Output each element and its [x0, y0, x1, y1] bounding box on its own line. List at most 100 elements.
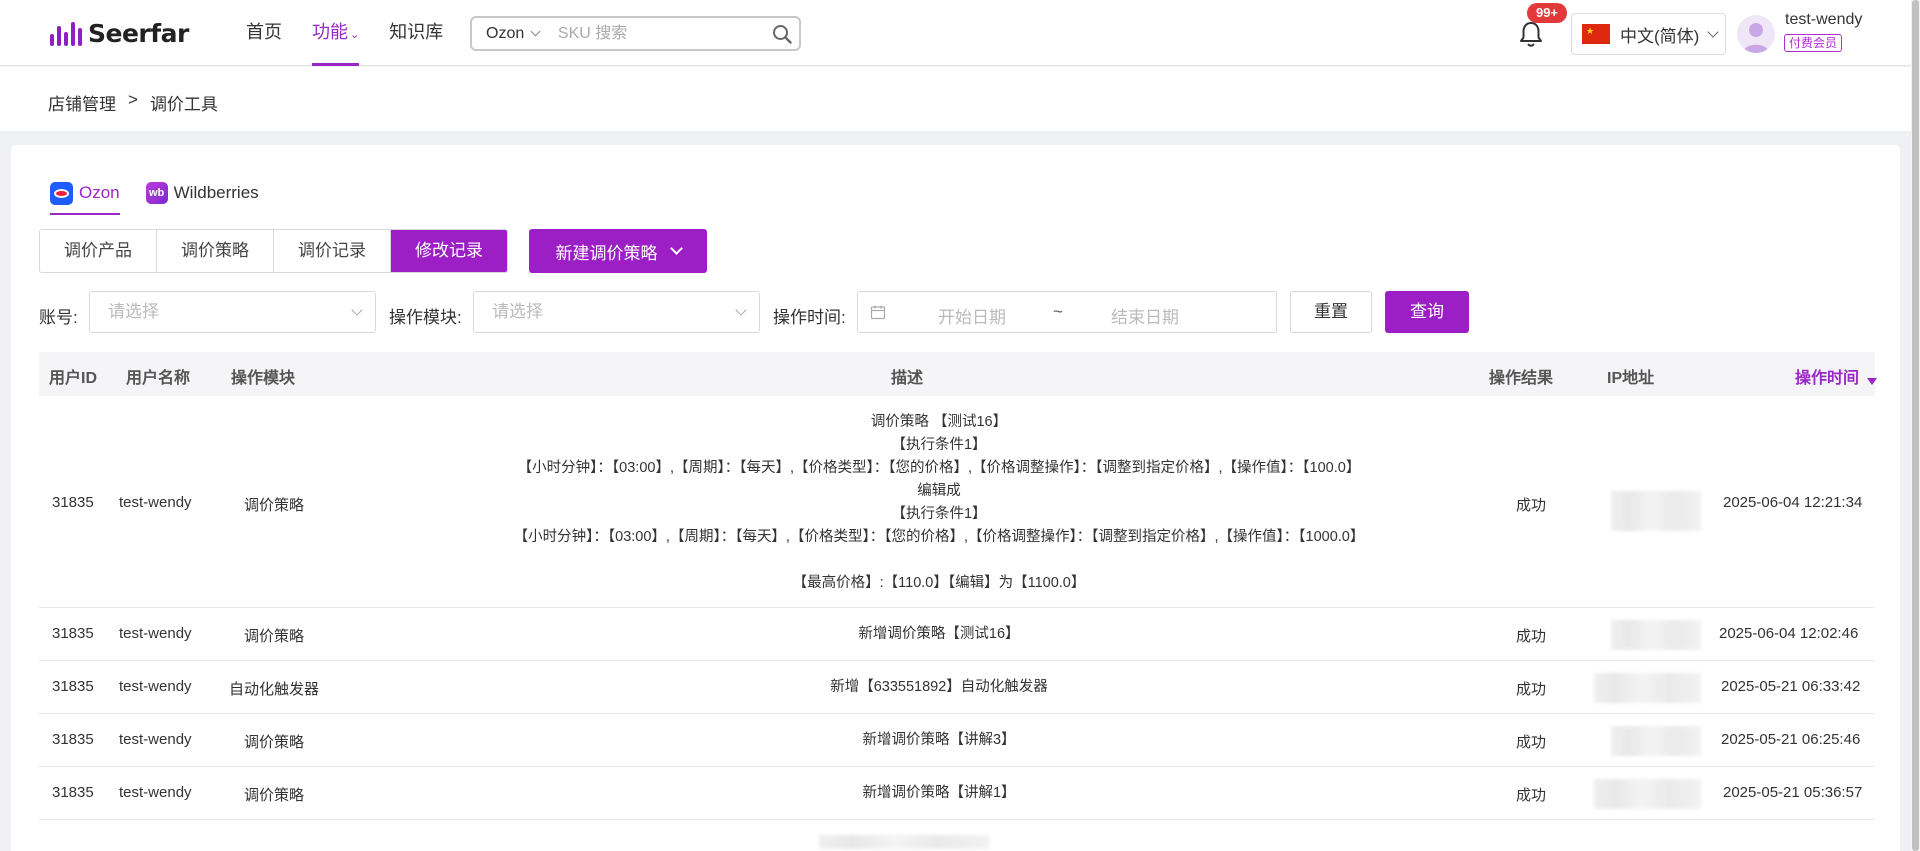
search-platform-select[interactable]: Ozon	[472, 25, 558, 43]
cell-user-name: test-wendy	[119, 678, 192, 695]
tab-wildberries-label: Wildberries	[173, 183, 259, 202]
description-line: 新增调价策略【讲解1】	[862, 785, 1016, 801]
chevron-down-icon	[351, 304, 363, 316]
date-range-picker[interactable]: 开始日期 ~ 结束日期	[857, 291, 1277, 333]
wildberries-icon: wb	[145, 182, 168, 204]
table-row: 31835 test-wendy 调价策略 调价策略 【测试16】 【执行条件1…	[39, 396, 1875, 608]
main-nav: 首页 功能 ⌄ 知识库	[246, 0, 473, 66]
logo-text: Seerfar	[88, 18, 189, 48]
cell-operation-time: 2025-05-21 06:33:42	[1721, 678, 1861, 695]
description-line: 新增调价策略【测试16】	[858, 626, 1020, 642]
description-line: 【执行条件1】	[891, 437, 987, 453]
cell-user-id: 31835	[52, 494, 94, 511]
nav-item-home[interactable]: 首页	[246, 0, 282, 66]
description-line: 【小时分钟】：【03:00】,【周期】：【每天】,【价格类型】：【您的价格】,【…	[513, 529, 1365, 545]
modification-records-table: 用户ID 用户名称 操作模块 描述 操作结果 IP地址 操作时间 31835 t…	[39, 352, 1877, 849]
scroll-fade-redacted	[819, 835, 989, 849]
table-row: 31835 test-wendy 调价策略 新增调价策略【讲解1】 成功 202…	[39, 767, 1875, 820]
cell-result: 成功	[1516, 734, 1547, 751]
cell-user-name: test-wendy	[119, 625, 192, 642]
description-line: 【最高价格】:【110.0】【编辑】为【1100.0】	[792, 575, 1086, 591]
description-line: 【小时分钟】：【03:00】,【周期】：【每天】,【价格类型】：【您的价格】,【…	[517, 460, 1361, 476]
cell-user-name: test-wendy	[119, 784, 192, 801]
top-navigation-bar: Seerfar 首页 功能⌄ 知识库 Ozon 99+ ★ 中文(简体) tes…	[0, 0, 1920, 66]
nav-features-label: 功能	[312, 22, 348, 42]
col-ip-address: IP地址	[1607, 370, 1655, 387]
function-segment-tabs: 调价产品 调价策略 调价记录 修改记录	[39, 229, 508, 273]
table-row: 31835 test-wendy 调价策略 新增调价策略【测试16】 成功 20…	[39, 608, 1875, 661]
tab-pricing-strategy[interactable]: 调价策略	[157, 230, 274, 272]
membership-badge: 付费会员	[1784, 34, 1843, 52]
nav-knowledge-label: 知识库	[389, 22, 444, 42]
tab-ozon[interactable]: Ozon	[50, 175, 120, 215]
table-row: 31835 test-wendy 调价策略 新增调价策略【讲解3】 成功 202…	[39, 714, 1875, 767]
notification-count-badge: 99+	[1527, 3, 1567, 23]
scrollbar-thumb[interactable]	[1912, 0, 1919, 851]
language-select[interactable]: ★ 中文(简体)	[1571, 13, 1726, 55]
end-date-input[interactable]: 结束日期	[1111, 303, 1179, 328]
description-line: 调价策略 【测试16】	[870, 414, 1008, 430]
tab-modification-records[interactable]: 修改记录	[391, 230, 507, 272]
start-date-input[interactable]: 开始日期	[938, 303, 1006, 328]
cell-result: 成功	[1516, 497, 1547, 514]
nav-home-label: 首页	[246, 22, 282, 42]
chevron-down-icon	[669, 242, 683, 255]
cell-operation-time: 2025-06-04 12:02:46	[1719, 625, 1859, 642]
breadcrumb-current: 调价工具	[149, 95, 218, 114]
search-platform-value: Ozon	[486, 24, 525, 42]
description-line: 新增【633551892】自动化触发器	[830, 679, 1048, 695]
tab-pricing-products[interactable]: 调价产品	[40, 230, 157, 272]
nav-item-knowledge-base[interactable]: 知识库	[389, 0, 443, 66]
cell-operation-time: 2025-05-21 06:25:46	[1721, 731, 1861, 748]
ip-address-redacted	[1611, 620, 1701, 650]
ip-address-redacted	[1594, 673, 1701, 703]
cell-user-id: 31835	[52, 678, 94, 695]
col-module: 操作模块	[231, 370, 296, 387]
cell-description: 新增【633551892】自动化触发器	[339, 676, 1539, 699]
cell-user-name: test-wendy	[119, 494, 192, 511]
module-label: 操作模块:	[389, 308, 462, 327]
cell-operation-time: 2025-06-04 12:21:34	[1723, 494, 1863, 511]
date-range-separator: ~	[1053, 302, 1063, 321]
breadcrumb: 店铺管理 > 调价工具	[48, 90, 218, 115]
table-row: 31835 test-wendy 自动化触发器 新增【633551892】自动化…	[39, 661, 1875, 714]
description-line	[339, 549, 1539, 572]
query-button[interactable]: 查询	[1385, 291, 1469, 333]
col-user-id: 用户ID	[49, 370, 98, 387]
cell-description: 新增调价策略【讲解1】	[339, 782, 1539, 805]
col-operation-time[interactable]: 操作时间	[1795, 364, 1859, 388]
chevron-down-icon	[735, 304, 747, 316]
seerfar-logo[interactable]: Seerfar	[50, 16, 189, 50]
new-strategy-label: 新建调价策略	[555, 243, 658, 263]
reset-button[interactable]: 重置	[1290, 291, 1372, 333]
china-flag-icon: ★	[1582, 24, 1610, 44]
cell-module: 调价策略	[244, 497, 305, 514]
language-value: 中文(简体)	[1620, 26, 1700, 46]
tab-pricing-records[interactable]: 调价记录	[274, 230, 391, 272]
nav-item-features[interactable]: 功能 ⌄	[312, 0, 360, 66]
page-scrollbar[interactable]	[1911, 0, 1920, 851]
time-label: 操作时间:	[773, 308, 846, 327]
tab-ozon-label: Ozon	[79, 183, 120, 202]
tab-wildberries[interactable]: wb Wildberries	[145, 175, 259, 211]
main-content-card: Ozon wb Wildberries 调价产品 调价策略 调价记录 修改记录 …	[11, 145, 1900, 851]
breadcrumb-store-management[interactable]: 店铺管理	[48, 90, 116, 115]
module-select[interactable]: 请选择	[473, 291, 760, 333]
search-input[interactable]	[557, 18, 765, 49]
search-icon[interactable]	[765, 24, 799, 44]
chevron-down-icon	[530, 26, 541, 37]
cell-module: 自动化触发器	[229, 681, 320, 698]
new-pricing-strategy-button[interactable]: 新建调价策略	[529, 229, 707, 273]
user-avatar[interactable]	[1737, 15, 1775, 53]
account-placeholder: 请选择	[108, 302, 159, 321]
cell-user-name: test-wendy	[119, 731, 192, 748]
description-line: 编辑成	[917, 483, 961, 499]
user-name[interactable]: test-wendy	[1785, 11, 1862, 29]
cell-user-id: 31835	[52, 731, 94, 748]
col-result: 操作结果	[1489, 370, 1554, 387]
account-select[interactable]: 请选择	[89, 291, 376, 333]
description-line: 新增调价策略【讲解3】	[862, 732, 1016, 748]
chevron-down-icon	[1707, 25, 1719, 38]
sort-descending-icon[interactable]	[1867, 378, 1877, 385]
breadcrumb-bar: 店铺管理 > 调价工具	[0, 67, 1911, 131]
